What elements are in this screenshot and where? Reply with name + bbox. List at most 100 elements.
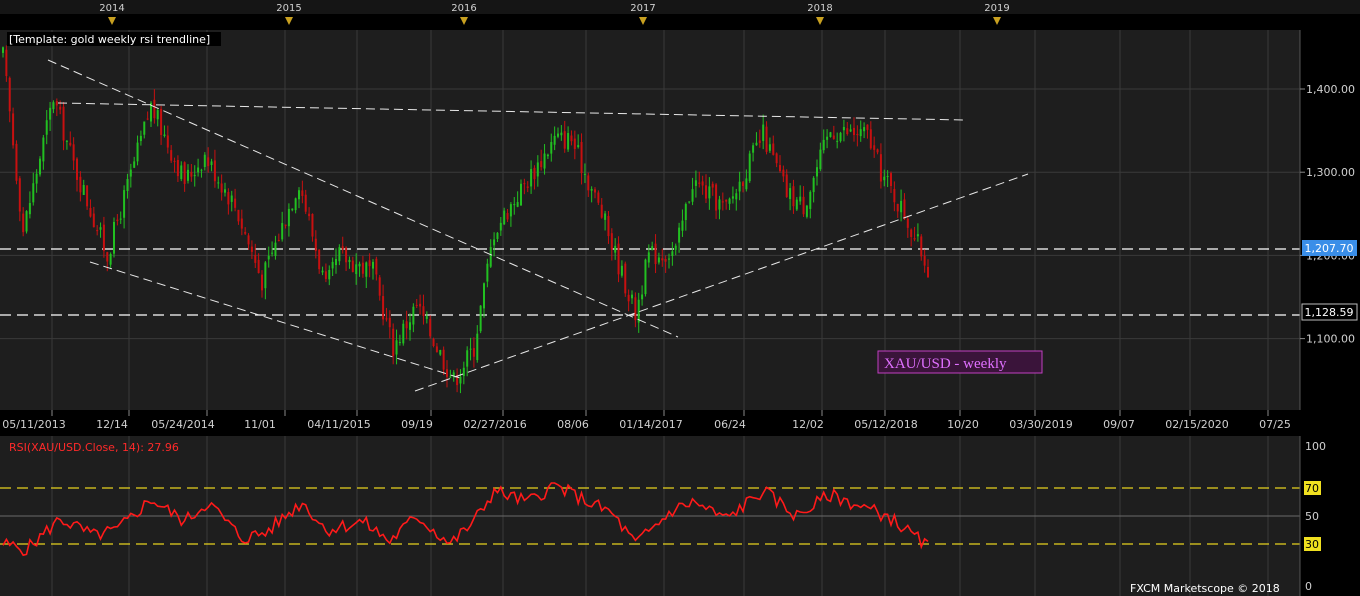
- candle-body: [365, 262, 368, 277]
- candle-body: [446, 369, 448, 377]
- candle-body: [183, 162, 186, 184]
- candle-body: [92, 213, 95, 228]
- candle-body: [553, 135, 556, 145]
- candle-body: [927, 266, 929, 278]
- candle-body: [139, 135, 142, 142]
- candle-body: [661, 258, 664, 261]
- candle-body: [227, 192, 230, 205]
- triangle-marker-icon: [285, 17, 293, 25]
- top-year-axis: 2014 2015 2016 2017 2018 2019: [0, 0, 1360, 25]
- candle-body: [886, 175, 889, 177]
- triangle-marker-icon: [108, 17, 116, 25]
- candle-body: [18, 178, 21, 212]
- candle-body: [308, 213, 311, 217]
- candle-body: [378, 277, 381, 296]
- rsi-tick-label: 30: [1305, 538, 1319, 551]
- candle-body: [116, 219, 119, 222]
- candle-body: [509, 204, 512, 217]
- candle-body: [725, 199, 728, 202]
- candle-body: [728, 198, 731, 204]
- candle-body: [89, 208, 92, 217]
- candle-body: [52, 102, 55, 110]
- candle-body: [341, 246, 344, 250]
- candle-body: [856, 133, 859, 136]
- candle-body: [476, 333, 479, 361]
- candle-body: [819, 149, 822, 170]
- rsi-tick-label: 50: [1305, 510, 1319, 523]
- candle-body: [129, 169, 132, 177]
- candle-body: [775, 153, 778, 164]
- candle-body: [893, 188, 896, 203]
- candle-body: [281, 223, 284, 240]
- candle-body: [758, 140, 761, 143]
- candle-body: [5, 49, 8, 77]
- candle-body: [540, 161, 543, 168]
- candle-body: [217, 182, 220, 184]
- candle-body: [415, 304, 418, 306]
- candle-body: [402, 323, 405, 344]
- candle-body: [600, 204, 603, 218]
- candle-body: [351, 260, 354, 272]
- date-tick-label: 10/20: [947, 418, 979, 431]
- candle-body: [230, 195, 233, 202]
- candle-body: [294, 198, 297, 211]
- rsi-panel: RSI(XAU/USD.Close, 14): 27.96 100 70 50 30 0…: [0, 436, 1326, 596]
- candle-body: [65, 140, 68, 142]
- candle-body: [412, 306, 415, 325]
- candle-body: [314, 238, 317, 251]
- candle-body: [429, 318, 432, 337]
- triangle-marker-icon: [639, 17, 647, 25]
- candle-body: [432, 338, 435, 347]
- candle-body: [721, 201, 724, 203]
- candle-body: [459, 376, 462, 384]
- footer-credit: FXCM Marketscope © 2018: [1130, 582, 1280, 595]
- candle-body: [301, 190, 304, 196]
- candle-body: [298, 190, 300, 200]
- candle-body: [42, 137, 45, 162]
- candle-body: [331, 261, 334, 269]
- candle-body: [832, 135, 835, 139]
- candle-body: [668, 258, 670, 260]
- year-label-2016: 2016: [451, 3, 476, 14]
- rsi-label: RSI(XAU/USD.Close, 14): 27.96: [9, 441, 179, 454]
- candle-body: [715, 184, 718, 211]
- candle-body: [284, 224, 287, 227]
- candle-body: [530, 169, 533, 187]
- price-plot-bg: [0, 30, 1300, 410]
- candle-body: [113, 221, 115, 254]
- candle-body: [883, 176, 886, 181]
- date-tick-label: 09/07: [1103, 418, 1135, 431]
- candle-body: [493, 239, 496, 246]
- candle-body: [254, 254, 257, 263]
- candle-body: [469, 348, 472, 350]
- candle-body: [79, 176, 82, 193]
- candle-body: [503, 210, 506, 225]
- candle-body: [789, 188, 792, 200]
- candle-body: [752, 145, 755, 153]
- candle-body: [32, 183, 35, 203]
- candle-body: [170, 150, 173, 161]
- candle-body: [345, 247, 348, 263]
- candle-body: [15, 143, 18, 181]
- annotation-label: XAU/USD - weekly: [884, 356, 1007, 372]
- candle-body: [261, 274, 263, 291]
- candle-body: [267, 255, 270, 260]
- candle-body: [82, 184, 85, 196]
- candle-body: [102, 224, 105, 251]
- candle-body: [560, 132, 563, 136]
- candle-body: [614, 245, 617, 253]
- candle-body: [533, 167, 536, 180]
- candle-body: [133, 161, 136, 168]
- triangle-marker-icon: [993, 17, 1001, 25]
- date-tick-label: 12/14: [96, 418, 128, 431]
- candle-body: [688, 201, 691, 203]
- rsi-tick-label: 100: [1305, 440, 1326, 453]
- candle-body: [321, 270, 324, 273]
- date-tick-label: 02/15/2020: [1165, 418, 1228, 431]
- candle-body: [358, 263, 361, 267]
- candle-body: [385, 318, 388, 320]
- year-label-2014: 2014: [99, 3, 124, 14]
- candle-body: [536, 162, 539, 177]
- candle-body: [146, 118, 149, 120]
- candle-body: [496, 232, 499, 239]
